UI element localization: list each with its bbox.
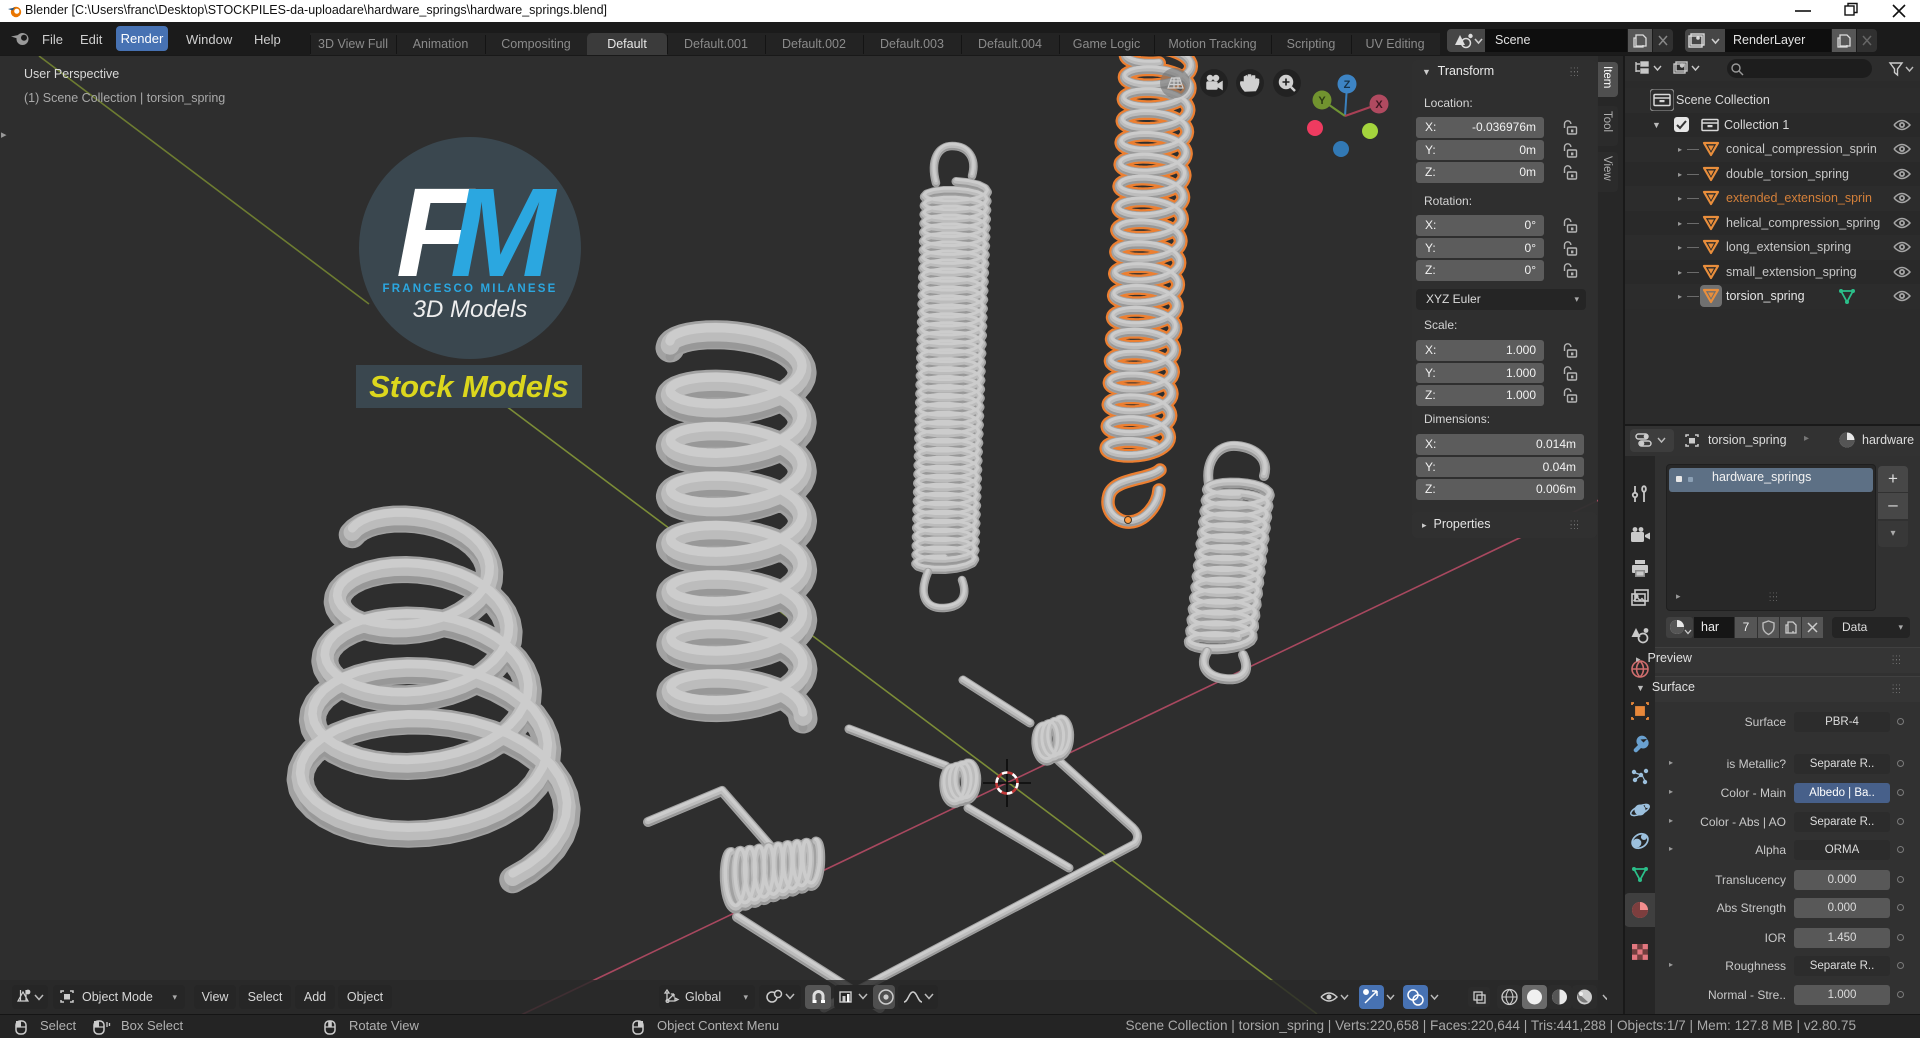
svg-text:FRANCESCO MILANESE: FRANCESCO MILANESE	[382, 283, 557, 295]
svg-text:M: M	[450, 162, 558, 303]
svg-text:Stock Models: Stock Models	[369, 369, 569, 404]
svg-text:3D Models: 3D Models	[413, 296, 528, 323]
svg-text:Z: Z	[1344, 79, 1351, 91]
svg-text:Y: Y	[1318, 95, 1326, 107]
svg-text:X: X	[1375, 99, 1383, 111]
